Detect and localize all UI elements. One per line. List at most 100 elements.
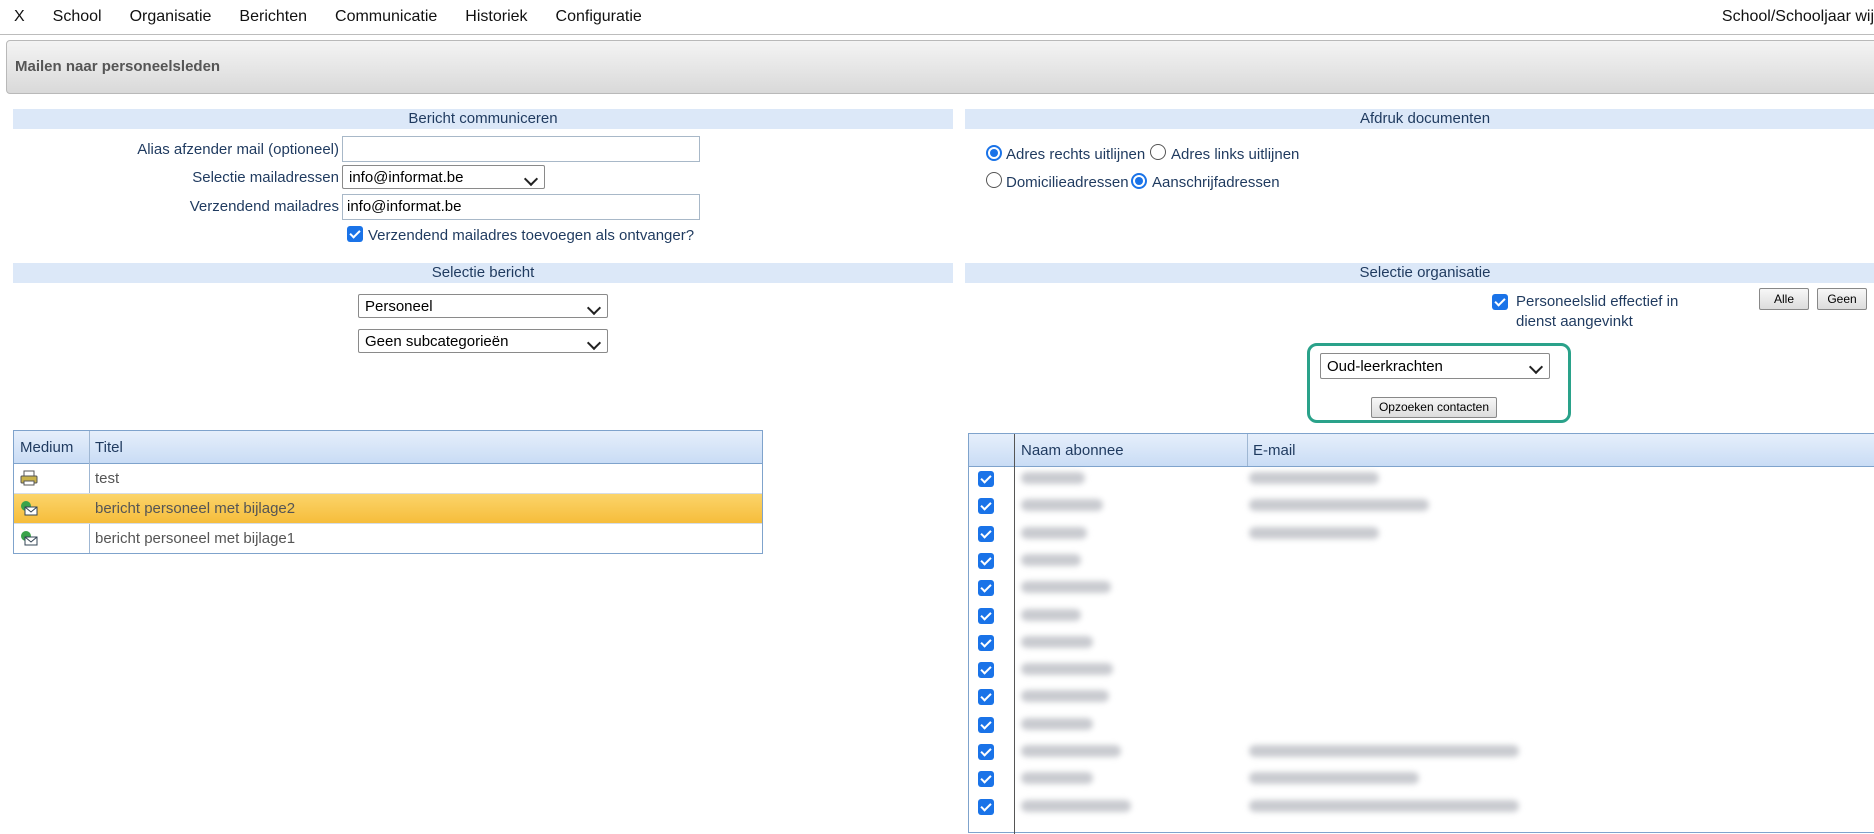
- section-header-bericht-communiceren: Bericht communiceren: [13, 109, 953, 129]
- radio-adres-rechts-label: Adres rechts uitlijnen: [1006, 146, 1146, 163]
- berichten-table: Medium Titel test bericht personeel met …: [13, 430, 763, 554]
- contact-checkbox[interactable]: [978, 771, 994, 788]
- menu-item-organisatie[interactable]: Organisatie: [122, 8, 220, 26]
- effectief-checkbox[interactable]: [1492, 294, 1508, 310]
- contact-checkbox[interactable]: [978, 634, 994, 651]
- contact-checkbox[interactable]: [978, 580, 994, 597]
- blurred-email: [1249, 799, 1519, 812]
- table-row[interactable]: [969, 575, 1874, 602]
- chevron-down-icon: [586, 335, 602, 351]
- menu-item-communicatie[interactable]: Communicatie: [327, 8, 445, 26]
- verzendend-mailadres-input[interactable]: info@informat.be: [342, 194, 700, 220]
- table-row[interactable]: bericht personeel met bijlage1: [14, 524, 762, 553]
- toevoegen-label: Verzendend mailadres toevoegen als ontva…: [368, 227, 695, 244]
- contact-checkbox[interactable]: [978, 689, 994, 706]
- opzoeken-contacten-button[interactable]: Opzoeken contacten: [1371, 397, 1497, 418]
- geen-button[interactable]: Geen: [1817, 288, 1867, 310]
- toevoegen-checkbox[interactable]: [347, 226, 363, 242]
- radio-adres-links-label: Adres links uitlijnen: [1171, 146, 1300, 163]
- blurred-name: [1021, 581, 1111, 594]
- contacten-table-header: Naam abonnee E-mail: [969, 434, 1874, 467]
- blurred-name: [1021, 499, 1103, 512]
- radio-domicilie-label: Domicilieadressen: [1006, 174, 1129, 191]
- row-title: bericht personeel met bijlage2: [95, 500, 296, 517]
- contact-checkbox[interactable]: [978, 716, 994, 733]
- blurred-email: [1249, 472, 1379, 484]
- column-header-medium[interactable]: Medium: [20, 439, 73, 456]
- radio-adres-links[interactable]: [1150, 144, 1166, 160]
- blurred-name: [1021, 717, 1093, 730]
- blurred-email: [1249, 499, 1429, 512]
- contact-checkbox[interactable]: [978, 552, 994, 569]
- blurred-name: [1021, 553, 1081, 566]
- subcategorie-select[interactable]: Geen subcategorieën: [358, 329, 608, 353]
- chevron-down-icon: [523, 171, 539, 187]
- table-row[interactable]: [969, 548, 1874, 575]
- table-row[interactable]: test: [14, 464, 762, 494]
- blurred-email: [1249, 772, 1419, 785]
- alias-label: Alias afzender mail (optioneel): [137, 141, 339, 158]
- section-header-afdruk: Afdruk documenten: [965, 109, 1874, 129]
- radio-domicilie[interactable]: [986, 172, 1002, 188]
- menu-item-berichten[interactable]: Berichten: [231, 8, 315, 26]
- effectief-label-line2: dienst aangevinkt: [1516, 313, 1633, 330]
- blurred-name: [1021, 526, 1087, 539]
- selectie-mailadressen-value: info@informat.be: [349, 169, 464, 186]
- contact-checkbox[interactable]: [978, 525, 994, 542]
- radio-adres-rechts[interactable]: [986, 145, 1002, 161]
- chevron-down-icon: [1528, 359, 1544, 375]
- mail-icon: [21, 501, 38, 516]
- contacten-table: Naam abonnee E-mail: [968, 433, 1874, 834]
- column-header-email[interactable]: E-mail: [1253, 442, 1296, 459]
- table-row[interactable]: [969, 766, 1874, 793]
- alias-input[interactable]: [342, 136, 700, 162]
- contact-checkbox[interactable]: [978, 498, 994, 515]
- contact-checkbox[interactable]: [978, 471, 994, 487]
- groep-select[interactable]: Oud-leerkrachten: [1320, 353, 1550, 379]
- table-row[interactable]: [969, 603, 1874, 630]
- contact-checkbox[interactable]: [978, 798, 994, 815]
- groep-value: Oud-leerkrachten: [1327, 358, 1443, 375]
- row-title: bericht personeel met bijlage1: [95, 530, 296, 547]
- column-header-naam[interactable]: Naam abonnee: [1021, 442, 1124, 459]
- menu-item-configuratie[interactable]: Configuratie: [548, 8, 650, 26]
- categorie-value: Personeel: [365, 298, 433, 315]
- selectie-mailadressen-label: Selectie mailadressen: [192, 169, 339, 186]
- row-title: test: [95, 470, 120, 487]
- blurred-name: [1021, 799, 1131, 812]
- mail-icon: [21, 531, 38, 546]
- blurred-email: [1249, 526, 1379, 539]
- table-row[interactable]: [969, 630, 1874, 657]
- selectie-mailadressen-select[interactable]: info@informat.be: [342, 165, 545, 189]
- contact-checkbox[interactable]: [978, 744, 994, 760]
- school-year-label[interactable]: School/Schooljaar wij: [1722, 8, 1874, 26]
- page-title-bar: Mailen naar personeelsleden: [6, 40, 1874, 94]
- radio-aanschrijf[interactable]: [1131, 173, 1147, 189]
- alle-button[interactable]: Alle: [1759, 288, 1809, 310]
- blurred-name: [1021, 635, 1093, 648]
- section-header-selectie-organisatie: Selectie organisatie: [965, 263, 1874, 283]
- contact-checkbox[interactable]: [978, 662, 994, 679]
- menu-item-school[interactable]: School: [45, 8, 110, 26]
- table-row[interactable]: [969, 657, 1874, 684]
- menu-item-close[interactable]: X: [6, 8, 33, 26]
- table-row[interactable]: [969, 739, 1874, 766]
- table-row[interactable]: [969, 712, 1874, 739]
- column-header-titel[interactable]: Titel: [95, 439, 123, 456]
- blurred-name: [1021, 608, 1081, 621]
- effectief-label: Personeelslid effectief in dienst aangev…: [1516, 292, 1678, 332]
- table-row[interactable]: [969, 466, 1874, 493]
- printer-icon: [20, 470, 38, 486]
- radio-aanschrijf-label: Aanschrijfadressen: [1152, 174, 1280, 191]
- chevron-down-icon: [586, 300, 602, 316]
- table-row[interactable]: bericht personeel met bijlage2: [14, 494, 762, 524]
- table-row[interactable]: [969, 684, 1874, 711]
- categorie-select[interactable]: Personeel: [358, 294, 608, 318]
- table-row[interactable]: [969, 794, 1874, 821]
- menu-item-historiek[interactable]: Historiek: [457, 8, 535, 26]
- table-row[interactable]: [969, 521, 1874, 548]
- blurred-name: [1021, 663, 1113, 676]
- effectief-label-line1: Personeelslid effectief in: [1516, 293, 1679, 310]
- table-row[interactable]: [969, 493, 1874, 520]
- contact-checkbox[interactable]: [978, 607, 994, 624]
